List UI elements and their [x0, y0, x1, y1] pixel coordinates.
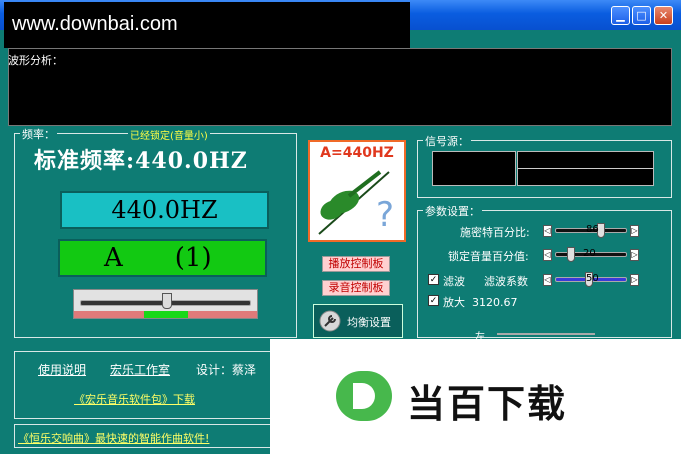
- lock-status: 已经锁定(音量小): [128, 127, 210, 142]
- amplify-label: 放大: [443, 296, 465, 309]
- filter-increase-button[interactable]: ▷: [630, 274, 639, 286]
- lock-volume-slider[interactable]: ◁ 20 ▷: [543, 247, 639, 262]
- note-index: (1): [174, 243, 212, 273]
- manual-link[interactable]: 使用说明: [38, 361, 86, 378]
- violin-image: A=440HZ ?: [308, 140, 406, 242]
- filter-checkbox[interactable]: ✓: [428, 274, 439, 285]
- equalizer-button[interactable]: 均衡设置: [313, 304, 403, 338]
- filter-label: 滤波: [443, 275, 465, 288]
- close-button[interactable]: ✕: [654, 6, 673, 25]
- schmitt-label: 施密特百分比:: [460, 226, 530, 239]
- lock-volume-label: 锁定音量百分值:: [448, 250, 529, 263]
- tuner-slider[interactable]: [73, 289, 258, 319]
- filter-coef-label: 滤波系数: [484, 275, 528, 288]
- frequency-display: 440.0HZ: [60, 191, 269, 229]
- filter-decrease-button[interactable]: ◁: [543, 274, 552, 286]
- signal-line: [518, 168, 653, 169]
- pitch-label: A=440HZ: [320, 145, 394, 161]
- logo-text: 当百下载: [407, 382, 568, 426]
- design-credit: 设计：蔡泽: [196, 363, 257, 377]
- filter-value: 50: [586, 273, 599, 284]
- watermark: www.downbai.com: [4, 2, 410, 48]
- signal-screen-right: [517, 151, 654, 186]
- download-link[interactable]: 《宏乐音乐软件包》下载: [74, 391, 195, 407]
- tuner-zone-in-tune: [144, 311, 188, 318]
- note-display: A (1): [58, 239, 267, 277]
- lock-volume-thumb[interactable]: [567, 247, 575, 262]
- maximize-button[interactable]: □: [632, 6, 651, 25]
- tuner-zone-sharp: [188, 311, 257, 318]
- signal-screen-left: [432, 151, 516, 186]
- partial-track: [497, 333, 595, 335]
- play-panel-button[interactable]: 播放控制板: [322, 256, 390, 272]
- waveform-label: 波形分析：: [8, 54, 63, 67]
- standard-frequency-title: 标准频率:440.0HZ: [34, 148, 248, 174]
- promo-link[interactable]: 《恒乐交响曲》最快速的智能作曲软件!: [18, 430, 209, 446]
- svg-text:?: ?: [376, 195, 394, 235]
- amplify-value: 3120.67: [472, 296, 518, 309]
- schmitt-value: 86: [586, 224, 599, 235]
- wrench-icon: [319, 310, 341, 332]
- studio-link[interactable]: 宏乐工作室: [110, 361, 170, 378]
- schmitt-decrease-button[interactable]: ◁: [543, 225, 552, 237]
- params-group-label: 参数设置：: [423, 203, 482, 219]
- violin-icon: ?: [318, 170, 394, 235]
- record-panel-button[interactable]: 录音控制板: [322, 280, 390, 296]
- waveform-display: [8, 48, 672, 126]
- lock-volume-decrease-button[interactable]: ◁: [543, 249, 552, 261]
- tuner-zone-flat: [74, 311, 144, 318]
- tuner-thumb[interactable]: [161, 293, 172, 309]
- schmitt-slider[interactable]: ◁ 86 ▷: [543, 223, 639, 238]
- filter-slider[interactable]: ◁ 50 ▷: [543, 272, 639, 287]
- lock-volume-increase-button[interactable]: ▷: [630, 249, 639, 261]
- signal-group-label: 信号源：: [423, 133, 471, 149]
- minimize-button[interactable]: ▁: [611, 6, 630, 25]
- lock-volume-value: 20: [583, 248, 596, 259]
- schmitt-increase-button[interactable]: ▷: [630, 225, 639, 237]
- note-name: A: [104, 243, 123, 273]
- equalizer-label: 均衡设置: [347, 316, 391, 329]
- frequency-group-label: 频率：: [20, 126, 57, 142]
- amplify-checkbox[interactable]: ✓: [428, 295, 439, 306]
